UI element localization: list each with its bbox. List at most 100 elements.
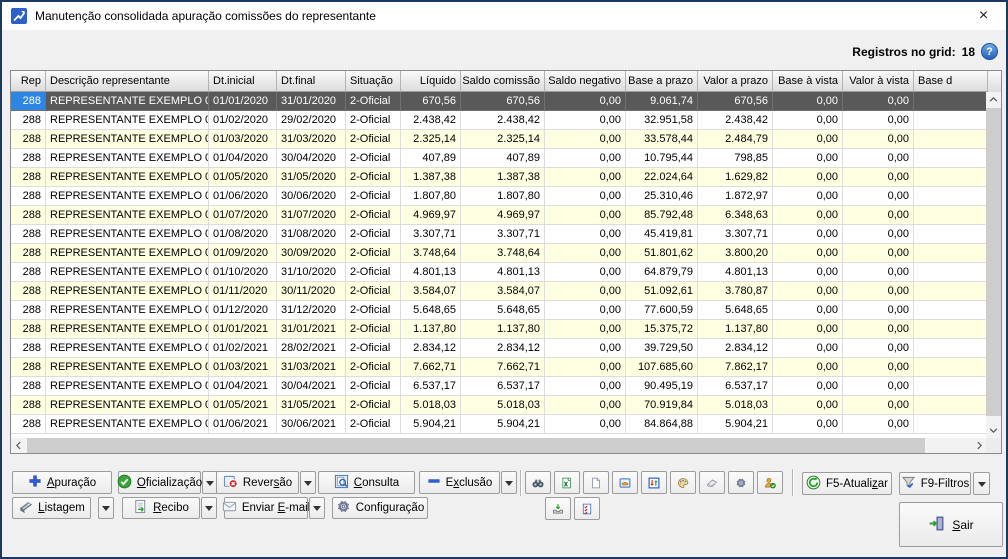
scroll-down-icon[interactable] xyxy=(986,423,1001,438)
transfer-arrows-icon[interactable] xyxy=(641,471,667,494)
table-row[interactable]: 288REPRESENTANTE EXEMPLO 0101/03/202031/… xyxy=(11,130,988,149)
table-row[interactable]: 288REPRESENTANTE EXEMPLO 0101/01/202131/… xyxy=(11,320,988,339)
oficializacao-button[interactable]: Oficialização xyxy=(118,471,201,494)
table-row[interactable]: 288REPRESENTANTE EXEMPLO 0101/11/202030/… xyxy=(11,282,988,301)
exclusao-dropdown[interactable] xyxy=(501,471,517,494)
column-header-base_a_vista[interactable]: Base à vista xyxy=(773,71,843,92)
exclusao-button[interactable]: Exclusão xyxy=(419,471,500,494)
cell-liquido: 5.648,65 xyxy=(401,301,461,320)
receipt-icon xyxy=(133,499,148,517)
cell-dt_inicial: 01/09/2020 xyxy=(209,244,277,263)
column-header-base_d[interactable]: Base d xyxy=(914,71,988,92)
reversao-button[interactable]: Reversão xyxy=(216,471,299,494)
listagem-dropdown[interactable] xyxy=(98,497,114,519)
scroll-right-icon[interactable] xyxy=(972,438,987,453)
horizontal-scrollbar[interactable] xyxy=(11,438,987,453)
binoculars-icon[interactable] xyxy=(525,471,551,494)
table-row[interactable]: 288REPRESENTANTE EXEMPLO 0101/12/202031/… xyxy=(11,301,988,320)
enviar-email-button[interactable]: Enviar E-mail xyxy=(224,497,308,519)
cell-base_a_prazo: 15.375,72 xyxy=(626,320,698,339)
consulta-button[interactable]: Consulta xyxy=(318,471,415,494)
column-header-valor_a_vista[interactable]: Valor à vista xyxy=(843,71,914,92)
document-icon[interactable] xyxy=(583,471,609,494)
column-header-valor_a_prazo[interactable]: Valor a prazo xyxy=(698,71,773,92)
listagem-button[interactable]: Listagem xyxy=(12,497,91,519)
configuracao-button[interactable]: Configuração xyxy=(332,497,428,519)
cell-base_a_prazo: 85.792,48 xyxy=(626,206,698,225)
table-row[interactable]: 288REPRESENTANTE EXEMPLO 0101/10/202031/… xyxy=(11,263,988,282)
cell-saldo_comissao: 1.387,38 xyxy=(461,168,545,187)
reversao-dropdown[interactable] xyxy=(300,471,316,494)
cell-situacao: 2-Oficial xyxy=(346,206,401,225)
table-row[interactable]: 288REPRESENTANTE EXEMPLO 0101/03/202131/… xyxy=(11,358,988,377)
f9-filtros-dropdown[interactable] xyxy=(973,472,990,495)
download-tray-icon[interactable] xyxy=(545,497,571,520)
cell-valor_a_prazo: 6.348,63 xyxy=(698,206,773,225)
table-row[interactable]: 288REPRESENTANTE EXEMPLO 0101/09/202030/… xyxy=(11,244,988,263)
column-header-base_a_prazo[interactable]: Base a prazo xyxy=(626,71,698,92)
column-header-dt_inicial[interactable]: Dt.inicial xyxy=(209,71,277,92)
cell-situacao: 2-Oficial xyxy=(346,415,401,434)
cell-descricao: REPRESENTANTE EXEMPLO 01 xyxy=(46,130,209,149)
scroll-left-icon[interactable] xyxy=(11,438,26,453)
cell-saldo_comissao: 2.325,14 xyxy=(461,130,545,149)
apuracao-button[interactable]: Apuração xyxy=(12,471,112,494)
toolbar-separator xyxy=(792,469,793,496)
recibo-dropdown[interactable] xyxy=(201,497,217,519)
cell-saldo_comissao: 3.584,07 xyxy=(461,282,545,301)
f5-atualizar-button[interactable]: F5-Atualizar xyxy=(802,472,892,495)
cell-valor_a_vista: 0,00 xyxy=(843,225,914,244)
table-row[interactable]: 288REPRESENTANTE EXEMPLO 0101/02/202128/… xyxy=(11,339,988,358)
table-row[interactable]: 288REPRESENTANTE EXEMPLO 0101/04/202130/… xyxy=(11,377,988,396)
palette-icon[interactable] xyxy=(670,471,696,494)
user-check-icon[interactable] xyxy=(757,471,783,494)
cell-saldo_negativo: 0,00 xyxy=(545,130,626,149)
column-header-dt_final[interactable]: Dt.final xyxy=(277,71,346,92)
column-header-rep[interactable]: Rep xyxy=(11,71,46,92)
sair-button[interactable]: Sair xyxy=(899,502,1003,547)
vertical-scroll-thumb[interactable] xyxy=(986,108,1001,416)
payment-hand-icon[interactable] xyxy=(612,471,638,494)
column-header-situacao[interactable]: Situação xyxy=(346,71,401,92)
checklist-icon[interactable] xyxy=(574,497,600,520)
column-header-liquido[interactable]: Líquido xyxy=(401,71,461,92)
table-row[interactable]: 288REPRESENTANTE EXEMPLO 0101/07/202031/… xyxy=(11,206,988,225)
column-header-descricao[interactable]: Descrição representante xyxy=(46,71,209,92)
cell-saldo_comissao: 3.307,71 xyxy=(461,225,545,244)
enviar-email-dropdown[interactable] xyxy=(309,497,325,519)
cell-descricao: REPRESENTANTE EXEMPLO 01 xyxy=(46,225,209,244)
cell-dt_inicial: 01/04/2020 xyxy=(209,149,277,168)
table-row[interactable]: 288REPRESENTANTE EXEMPLO 0101/06/202030/… xyxy=(11,187,988,206)
vertical-scrollbar[interactable] xyxy=(986,92,1001,438)
cell-rep: 288 xyxy=(11,187,46,206)
scroll-up-icon[interactable] xyxy=(986,92,1001,107)
cell-valor_a_prazo: 2.834,12 xyxy=(698,339,773,358)
cell-descricao: REPRESENTANTE EXEMPLO 01 xyxy=(46,301,209,320)
cell-rep: 288 xyxy=(11,301,46,320)
cell-dt_final: 30/04/2021 xyxy=(277,377,346,396)
cell-liquido: 2.834,12 xyxy=(401,339,461,358)
table-row[interactable]: 288REPRESENTANTE EXEMPLO 0101/06/202130/… xyxy=(11,415,988,434)
table-row[interactable]: 288REPRESENTANTE EXEMPLO 0101/01/202031/… xyxy=(11,92,988,111)
close-icon[interactable]: × xyxy=(961,2,1006,30)
refresh-icon xyxy=(806,475,821,493)
table-row[interactable]: 288REPRESENTANTE EXEMPLO 0101/05/202131/… xyxy=(11,396,988,415)
eraser-icon[interactable] xyxy=(699,471,725,494)
cell-rep: 288 xyxy=(11,149,46,168)
column-header-saldo_comissao[interactable]: Saldo comissão xyxy=(461,71,545,92)
cell-base_a_prazo: 77.600,59 xyxy=(626,301,698,320)
horizontal-scroll-thumb[interactable] xyxy=(27,438,925,453)
f9-filtros-button[interactable]: F9-Filtros xyxy=(899,472,971,495)
column-header-saldo_negativo[interactable]: Saldo negativo xyxy=(545,71,626,92)
excel-export-icon[interactable] xyxy=(554,471,580,494)
table-row[interactable]: 288REPRESENTANTE EXEMPLO 0101/08/202031/… xyxy=(11,225,988,244)
recibo-button[interactable]: Recibo xyxy=(122,497,200,519)
table-row[interactable]: 288REPRESENTANTE EXEMPLO 0101/02/202029/… xyxy=(11,111,988,130)
cell-rep: 288 xyxy=(11,168,46,187)
table-row[interactable]: 288REPRESENTANTE EXEMPLO 0101/05/202031/… xyxy=(11,168,988,187)
help-icon[interactable]: ? xyxy=(981,43,998,60)
table-row[interactable]: 288REPRESENTANTE EXEMPLO 0101/04/202030/… xyxy=(11,149,988,168)
cell-descricao: REPRESENTANTE EXEMPLO 01 xyxy=(46,187,209,206)
cell-base_a_prazo: 64.879,79 xyxy=(626,263,698,282)
gear-icon[interactable] xyxy=(728,471,754,494)
